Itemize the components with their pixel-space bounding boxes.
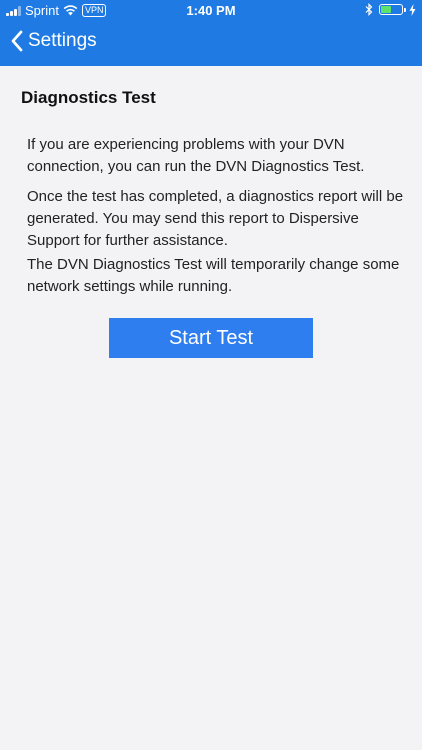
battery-icon bbox=[379, 4, 406, 15]
status-bar: Sprint VPN 1:40 PM bbox=[0, 0, 422, 22]
top-bar: Sprint VPN 1:40 PM Settings bbox=[0, 0, 422, 66]
description-paragraph-1: If you are experiencing problems with yo… bbox=[27, 136, 365, 175]
status-right bbox=[365, 3, 416, 16]
back-button-label: Settings bbox=[28, 30, 97, 51]
back-button[interactable]: Settings bbox=[10, 30, 97, 52]
description-paragraph-2: Once the test has completed, a diagnosti… bbox=[27, 188, 404, 249]
description-paragraph-3: The DVN Diagnostics Test will temporaril… bbox=[27, 256, 400, 295]
status-time: 1:40 PM bbox=[186, 3, 236, 18]
charging-icon bbox=[409, 3, 416, 16]
page-title: Diagnostics Test bbox=[21, 88, 156, 107]
navigation-bar: Settings bbox=[0, 24, 422, 64]
start-test-button[interactable]: Start Test bbox=[109, 318, 313, 358]
battery-level bbox=[381, 6, 391, 13]
chevron-left-icon bbox=[11, 30, 23, 52]
bluetooth-icon bbox=[365, 3, 373, 16]
